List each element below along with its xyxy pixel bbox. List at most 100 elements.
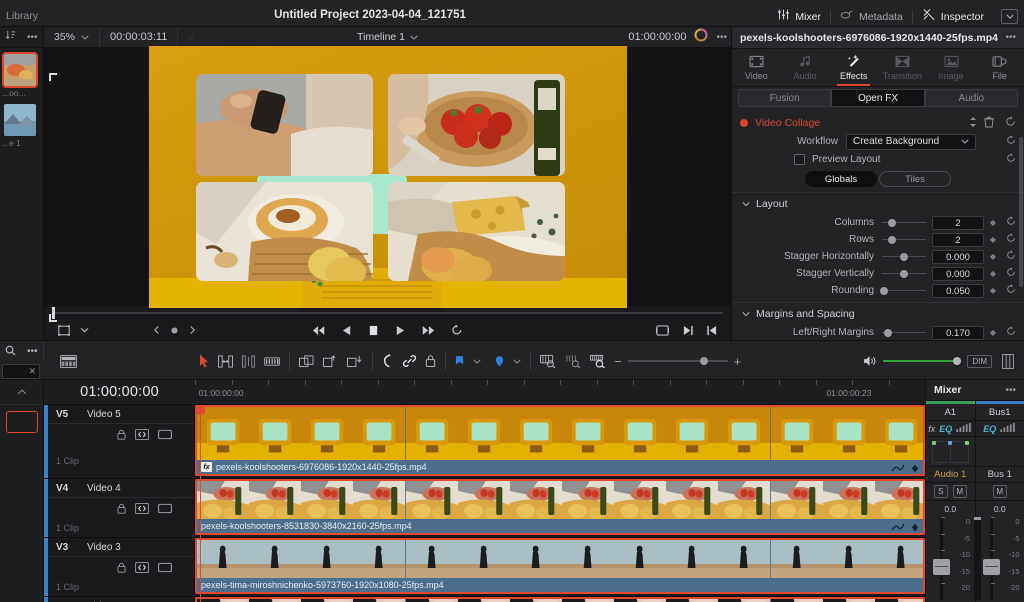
close-icon[interactable]: ✕ [28, 366, 36, 377]
mark-in-icon[interactable] [707, 325, 717, 336]
fader-value[interactable]: 0.0 [976, 504, 1024, 514]
param-value[interactable]: 0.000 [932, 249, 984, 264]
slider-handle[interactable] [699, 357, 708, 365]
pan-dot[interactable] [931, 441, 936, 446]
track-row-v4[interactable]: pexels-koolshooters-8531830-3840x2160-25… [195, 479, 925, 538]
channel-name[interactable]: Bus 1 [975, 467, 1024, 483]
meter-icon[interactable] [1000, 423, 1016, 434]
reset-icon[interactable] [1005, 116, 1016, 130]
eq-label[interactable]: EQ [939, 424, 952, 434]
zoom-fit-icon[interactable] [565, 354, 581, 368]
fx-label[interactable]: fx [928, 424, 935, 434]
reset-icon[interactable] [1002, 250, 1020, 263]
linked-selection-icon[interactable] [403, 354, 417, 368]
dynamic-trim-icon[interactable] [242, 354, 256, 368]
channel-fader[interactable]: 0.0 0 -5 -10 -15 -20 [926, 501, 981, 602]
segment-fusion[interactable]: Fusion [738, 89, 832, 107]
zoom-minus-button[interactable]: − [614, 354, 622, 369]
overwrite-clip-icon[interactable] [323, 354, 338, 368]
marker-icon[interactable] [495, 355, 504, 368]
viewer-options-icon[interactable]: ••• [716, 32, 727, 43]
audio-meter-icon[interactable] [1002, 353, 1015, 369]
tab-video[interactable]: Video [732, 49, 781, 86]
snapping-icon[interactable] [382, 354, 394, 368]
timeline-ruler[interactable]: 01:00:00:00 01:00:00:23 [195, 380, 926, 405]
clip-right-icons[interactable] [891, 464, 919, 473]
param-slider[interactable] [882, 267, 926, 281]
media-options-icon[interactable]: ••• [22, 32, 44, 43]
timeline-timecode-display[interactable]: 01:00:00:00 [44, 380, 195, 405]
zoom-in-icon[interactable] [590, 354, 606, 368]
reset-icon[interactable] [1002, 267, 1020, 280]
channel-fader[interactable]: 0.0 0 -5 -10 -15 -20 [976, 501, 1024, 602]
tab-audio[interactable]: Audio [781, 49, 830, 86]
preview-layout-checkbox[interactable] [794, 154, 805, 165]
media-thumbnail[interactable] [2, 52, 38, 88]
param-slider[interactable] [882, 250, 926, 264]
mixer-options-icon[interactable]: ••• [1005, 385, 1016, 396]
slider-handle[interactable] [900, 269, 908, 278]
timeline-clip[interactable]: fx pexels-koolshooters-6976086-1920x1440… [195, 405, 925, 476]
track-row-v2[interactable] [195, 597, 925, 602]
mark-out-icon[interactable] [683, 325, 693, 336]
video-enable-icon[interactable] [158, 562, 172, 573]
pan-widget[interactable] [926, 437, 975, 467]
param-value[interactable]: 0.050 [932, 283, 984, 298]
reset-icon[interactable] [1002, 284, 1020, 297]
insert-clip-icon[interactable] [299, 354, 314, 368]
tab-transition[interactable]: Transition [878, 49, 927, 86]
channel-header[interactable]: Bus1 [975, 404, 1024, 421]
track-row-v5[interactable]: fx pexels-koolshooters-6976086-1920x1440… [195, 405, 925, 479]
metadata-button[interactable]: Metadata [831, 8, 912, 25]
tab-file[interactable]: File [975, 49, 1024, 86]
flag-icon[interactable] [455, 355, 464, 368]
pan-widget[interactable] [975, 437, 1024, 467]
chevron-down-icon[interactable] [473, 359, 481, 364]
segment-openfx[interactable]: Open FX [831, 89, 925, 107]
collapse-tracks-button[interactable] [0, 380, 43, 405]
chevron-down-icon[interactable] [513, 359, 521, 364]
param-slider[interactable] [880, 284, 926, 298]
param-value[interactable]: 2 [932, 215, 984, 230]
reorder-icon[interactable] [969, 116, 977, 131]
track-header-v3[interactable]: V3 Video 3 1 Clip [44, 538, 194, 597]
fader-handle[interactable] [982, 559, 1000, 575]
lock-icon[interactable] [117, 429, 126, 440]
timeline-tracks[interactable]: fx pexels-koolshooters-6976086-1920x1440… [195, 405, 925, 602]
slider-handle[interactable] [900, 252, 908, 261]
fit-screen-icon[interactable] [656, 324, 669, 336]
trim-edit-icon[interactable] [218, 354, 234, 368]
mode-tab-globals[interactable]: Globals [805, 171, 877, 187]
segment-audio[interactable]: Audio [924, 89, 1018, 107]
lock-icon[interactable] [425, 354, 436, 368]
loop-icon[interactable] [451, 324, 463, 336]
fader-value[interactable]: 0.0 [926, 504, 975, 514]
reset-icon[interactable] [1002, 216, 1020, 229]
tab-image[interactable]: Image [927, 49, 976, 86]
auto-select-icon[interactable] [135, 561, 149, 573]
lock-icon[interactable] [117, 503, 126, 514]
mixer-solo-button[interactable]: S [933, 485, 948, 498]
zoom-out-icon[interactable] [540, 354, 556, 368]
section-margins[interactable]: Margins and Spacing [732, 302, 1024, 324]
scrubber-handle[interactable] [52, 307, 55, 319]
mark-in-icon[interactable] [48, 72, 58, 82]
viewer-scrubber[interactable] [44, 306, 731, 320]
timeline-view-icon[interactable] [60, 354, 77, 368]
timeline-clip[interactable] [195, 597, 925, 602]
stop-icon[interactable] [368, 325, 379, 336]
timeline-clip[interactable]: pexels-tima-miroshnichenko-5973760-1920x… [195, 538, 925, 594]
meter-icon[interactable] [956, 423, 972, 434]
skip-forward-icon[interactable] [421, 325, 435, 336]
viewer-canvas[interactable] [44, 46, 731, 322]
inspector-options-icon[interactable]: ••• [1005, 32, 1016, 43]
reset-icon[interactable] [1002, 135, 1020, 148]
track-row-v3[interactable]: pexels-tima-miroshnichenko-5973760-1920x… [195, 538, 925, 597]
channel-header[interactable]: A1 [926, 404, 975, 421]
lock-icon[interactable] [117, 562, 126, 573]
workflow-select[interactable]: Create Background [846, 133, 976, 150]
reset-icon[interactable] [1002, 153, 1020, 166]
slider-handle[interactable] [887, 218, 896, 227]
keyframe-icon[interactable]: ◆ [984, 286, 1002, 295]
playhead-grip[interactable] [196, 405, 205, 415]
